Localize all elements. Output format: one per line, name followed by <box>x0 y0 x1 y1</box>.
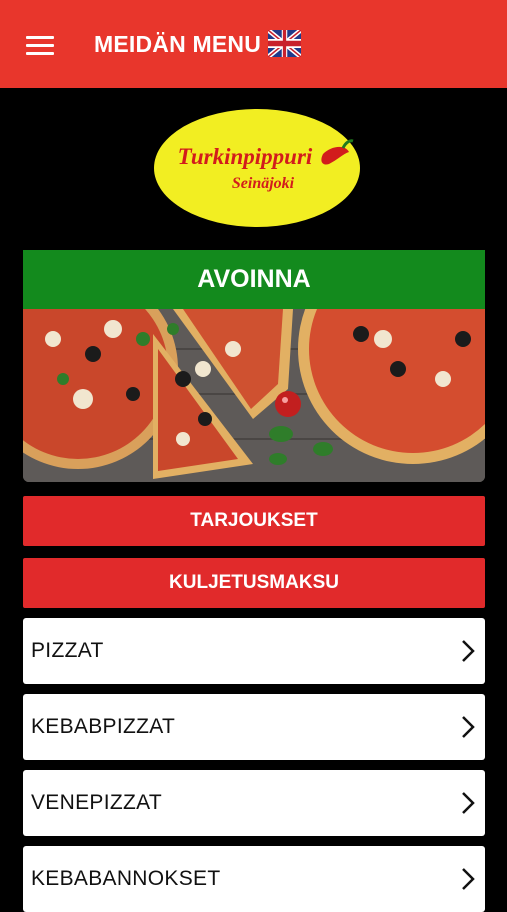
uk-flag-icon[interactable] <box>268 30 301 57</box>
logo-text-line2: Seinäjoki <box>232 175 295 192</box>
page-title: MEIDÄN MENU <box>94 31 262 57</box>
logo-text-line1: Turkinpippuri <box>178 144 313 169</box>
category-item-venepizzat[interactable]: VENEPIZZAT <box>23 770 485 836</box>
category-item-kebabannokset[interactable]: KEBABANNOKSET <box>23 846 485 912</box>
chevron-right-icon <box>462 640 475 662</box>
category-label: VENEPIZZAT <box>31 791 162 814</box>
delivery-fee-button[interactable]: KULJETUSMAKSU <box>23 558 485 608</box>
category-item-pizzat[interactable]: PIZZAT <box>23 618 485 684</box>
top-bar: MEIDÄN MENU <box>0 0 507 88</box>
chevron-right-icon <box>462 716 475 738</box>
category-label: KEBABANNOKSET <box>31 867 221 890</box>
chevron-right-icon <box>462 792 475 814</box>
category-label: KEBABPIZZAT <box>31 715 176 738</box>
hamburger-menu-icon[interactable] <box>26 34 54 56</box>
chevron-right-icon <box>462 868 475 890</box>
category-label: PIZZAT <box>31 639 104 662</box>
offers-button[interactable]: TARJOUKSET <box>23 496 485 546</box>
category-item-kebabpizzat[interactable]: KEBABPIZZAT <box>23 694 485 760</box>
restaurant-logo: Turkinpippuri Seinäjoki <box>154 109 360 227</box>
open-status-banner: AVOINNA <box>23 250 485 309</box>
pizza-hero-image <box>23 309 485 482</box>
